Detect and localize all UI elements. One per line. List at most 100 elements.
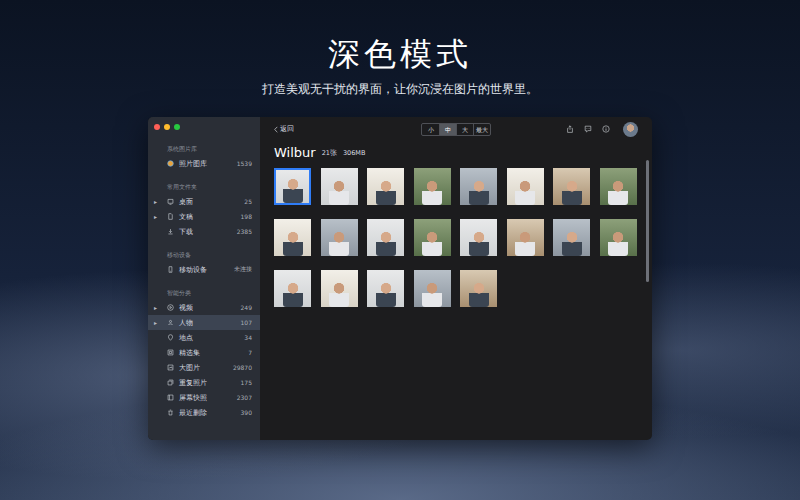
item-count: 未连接 [234,265,252,274]
scrollbar-thumb[interactable] [646,160,649,282]
photo-thumbnail[interactable] [414,219,451,256]
category-icon [167,334,174,341]
item-label: 重复照片 [179,378,241,388]
photo-thumbnail[interactable] [414,270,451,307]
sidebar-item[interactable]: 地点34 [148,330,260,345]
window-control-button[interactable] [164,124,170,130]
sidebar-item[interactable]: 大图片29870 [148,360,260,375]
photo-thumbnail[interactable] [507,219,544,256]
item-label: 下载 [179,227,237,237]
item-label: 地点 [179,333,244,343]
category-icon [167,394,174,401]
sidebar-item[interactable]: ▸文稿198 [148,209,260,224]
photo-thumbnail[interactable] [414,168,451,205]
photo-thumbnail[interactable] [600,168,637,205]
share-icon[interactable] [566,125,574,133]
item-label: 大图片 [179,363,233,373]
size-option[interactable]: 中 [439,124,456,135]
photo-content [469,230,489,256]
photo-thumbnail[interactable] [600,219,637,256]
photo-content [562,179,582,205]
sidebar-item[interactable]: 下载2385 [148,224,260,239]
photo-content [283,281,303,307]
photo-thumbnail[interactable] [321,219,358,256]
expand-arrow[interactable]: ▸ [154,198,161,205]
app-window: 系统图片库照片图库1539常用文件夹▸桌面25▸文稿198下载2385移动设备移… [148,117,652,440]
album-title: Wilbur [274,145,316,160]
comment-icon[interactable] [584,125,592,133]
size-segmented-control: 小中大最大 [421,123,491,136]
item-label: 最近删除 [179,408,241,418]
photo-content [329,179,349,205]
category-icon [167,304,174,311]
toolbar: 返回 小中大最大 [274,117,638,141]
photo-content [422,230,442,256]
section-title: 智能分类 [148,286,260,300]
photo-content [608,230,628,256]
item-count: 2307 [237,394,252,401]
photo-content [329,230,349,256]
photo-thumbnail[interactable] [460,270,497,307]
item-label: 照片图库 [179,159,237,169]
sidebar-item[interactable]: 移动设备未连接 [148,262,260,277]
photo-content [469,179,489,205]
photo-thumbnail[interactable] [553,168,590,205]
info-icon[interactable] [602,125,610,133]
sidebar: 系统图片库照片图库1539常用文件夹▸桌面25▸文稿198下载2385移动设备移… [148,117,260,440]
content-area: 返回小中大最大Wilbur21张306MB [260,117,652,440]
headline: 深色模式 [328,32,472,76]
category-icon [167,379,174,386]
size-option[interactable]: 大 [456,124,473,135]
scrollbar[interactable] [646,160,649,430]
category-icon [167,228,174,235]
photo-content [515,179,535,205]
photo-content [376,230,396,256]
sidebar-item[interactable]: 精选集7 [148,345,260,360]
section-title: 移动设备 [148,248,260,262]
photo-content [422,179,442,205]
photo-thumbnail[interactable] [507,168,544,205]
item-count: 107 [241,319,252,326]
size-option[interactable]: 小 [422,124,439,135]
photo-thumbnail[interactable] [274,219,311,256]
item-count: 25 [244,198,252,205]
photo-thumbnail[interactable] [274,168,311,205]
section-title: 常用文件夹 [148,180,260,194]
sidebar-item[interactable]: ▸ 人物107 [148,315,260,330]
sidebar-item[interactable]: 屏幕快照2307 [148,390,260,405]
chevron-left-icon [274,126,278,133]
photo-thumbnail[interactable] [367,270,404,307]
item-label: 人物 [179,318,241,328]
sidebar-section: 常用文件夹▸桌面25▸文稿198下载2385 [148,180,260,239]
item-count: 198 [241,213,252,220]
photo-thumbnail[interactable] [367,219,404,256]
photo-thumbnail[interactable] [460,168,497,205]
sidebar-item[interactable]: ▸视频249 [148,300,260,315]
photo-thumbnail[interactable] [553,219,590,256]
photo-thumbnail[interactable] [367,168,404,205]
user-avatar[interactable] [623,122,638,137]
size-option[interactable]: 最大 [473,124,490,135]
sidebar-item[interactable]: 重复照片175 [148,375,260,390]
expand-arrow[interactable]: ▸ [154,304,161,311]
photo-thumbnail[interactable] [460,219,497,256]
window-control-button[interactable] [174,124,180,130]
category-icon [167,319,174,326]
photo-thumbnail[interactable] [321,270,358,307]
sidebar-item[interactable]: 最近删除390 [148,405,260,420]
photo-thumbnail[interactable] [274,270,311,307]
item-label: 移动设备 [179,265,234,275]
sidebar-section: 系统图片库照片图库1539 [148,142,260,171]
category-icon [167,409,174,416]
back-button[interactable]: 返回 [274,124,294,134]
expand-arrow[interactable]: ▸ [154,213,161,220]
sidebar-item[interactable]: 照片图库1539 [148,156,260,171]
expand-arrow[interactable]: ▸ [154,319,161,326]
window-control-button[interactable] [154,124,160,130]
photo-thumbnail[interactable] [321,168,358,205]
item-label: 屏幕快照 [179,393,237,403]
item-label: 视频 [179,303,241,313]
sidebar-item[interactable]: ▸桌面25 [148,194,260,209]
window-controls [148,123,260,131]
category-icon [167,198,174,205]
